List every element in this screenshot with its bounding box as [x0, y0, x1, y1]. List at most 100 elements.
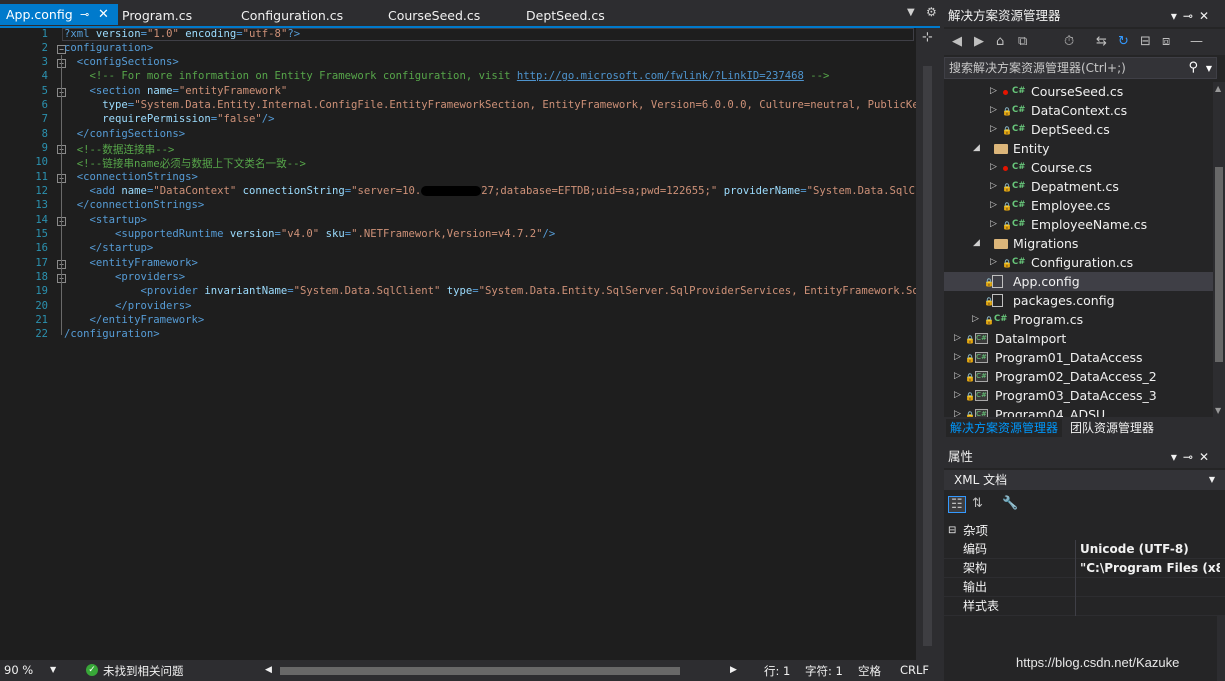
expand-icon[interactable]: ▷ — [990, 101, 997, 120]
refresh-icon[interactable]: ↻ — [1118, 34, 1129, 49]
tree-item-label: Program01_DataAccess — [995, 350, 1143, 365]
property-row[interactable]: 样式表 — [944, 597, 1225, 616]
tree-item[interactable]: ▷ 🔒 C# Program01_DataAccess — [944, 348, 1213, 367]
tab-app-config[interactable]: App.config ⊸ ✕ — [0, 4, 118, 25]
code-line-8: </configSections> — [64, 128, 186, 140]
code-editor[interactable]: 1 2 3 4 5 6 7 8 9 10 11 12 13 14 15 16 1… — [0, 28, 916, 660]
panel-dropdown-icon[interactable]: ▾ — [1171, 9, 1183, 23]
collapse-icon[interactable]: ⊟ — [948, 521, 956, 540]
tree-item[interactable]: ▷ 🔒 C# Employee.cs — [944, 196, 1213, 215]
tree-item[interactable]: ▷ 🔒 C# DataImport — [944, 329, 1213, 348]
tab-courseseed-cs[interactable]: CourseSeed.cs — [388, 5, 480, 26]
pending-changes-icon[interactable]: ⏱ — [1064, 34, 1074, 49]
show-all-files-icon[interactable]: ⧈ — [1162, 34, 1170, 49]
expand-icon[interactable]: ▷ — [990, 158, 997, 177]
editor-status-bar: 90 % ▼ ✓ 未找到相关问题 ◀ ▶ 行: 1 字符: 1 空格 CRLF — [0, 660, 940, 681]
property-pages-icon[interactable]: 🔧 — [1002, 496, 1018, 511]
scroll-right-icon[interactable]: ▶ — [730, 665, 737, 675]
lock-icon: 🔒 — [1002, 259, 1012, 268]
tab-solution-explorer[interactable]: 解决方案资源管理器 — [946, 419, 1063, 437]
scroll-down-icon[interactable]: ▼ — [1215, 406, 1221, 415]
chevron-down-icon[interactable]: ▼ — [1206, 59, 1212, 79]
tree-item[interactable]: ▷ 🔒 C# DataContext.cs — [944, 101, 1213, 120]
tree-item[interactable]: ◢ Entity — [944, 139, 1213, 158]
collapse-icon[interactable]: ◢ — [973, 139, 980, 158]
expand-icon[interactable]: ▷ — [990, 215, 997, 234]
tab-program-cs[interactable]: Program.cs — [122, 5, 192, 26]
expand-icon[interactable]: ▷ — [954, 348, 961, 367]
categorized-icon[interactable]: ☷ — [948, 496, 966, 513]
expand-icon[interactable]: ▷ — [990, 82, 997, 101]
horizontal-scroll-thumb[interactable] — [280, 667, 680, 675]
gear-icon[interactable]: ⚙ — [926, 5, 937, 19]
expand-icon[interactable]: ▷ — [990, 177, 997, 196]
forward-icon[interactable]: ▶ — [974, 34, 984, 49]
alphabetical-icon[interactable]: ⇅ — [972, 496, 983, 511]
collapse-icon[interactable]: ◢ — [973, 234, 980, 253]
line-number: 22 — [35, 328, 48, 340]
property-row[interactable]: 编码 Unicode (UTF-8) — [944, 540, 1225, 559]
tree-item-selected[interactable]: 🔒 App.config — [944, 272, 1213, 291]
tab-deptseed-cs[interactable]: DeptSeed.cs — [526, 5, 605, 26]
properties-scrollbar[interactable] — [1217, 616, 1225, 681]
line-number: 19 — [35, 285, 48, 297]
tree-item[interactable]: ▷ C# CourseSeed.cs — [944, 82, 1213, 101]
editor-vertical-scrollbar[interactable]: ⊹ — [916, 28, 940, 660]
tree-item[interactable]: ▷ 🔒 C# Program03_DataAccess_3 — [944, 386, 1213, 405]
close-icon[interactable]: ✕ — [98, 4, 109, 25]
tree-item[interactable]: 🔒 packages.config — [944, 291, 1213, 310]
home-icon[interactable]: ⌂ — [996, 34, 1004, 49]
back-icon[interactable]: ◀ — [952, 34, 962, 49]
chevron-down-icon[interactable]: ▼ — [50, 665, 56, 674]
property-value[interactable]: "C:\Program Files (x86 — [1080, 559, 1220, 578]
csharp-file-icon: C# — [1012, 162, 1026, 172]
line-ending[interactable]: CRLF — [900, 663, 929, 677]
fwlink-link[interactable]: http://go.microsoft.com/fwlink/?LinkID=2… — [517, 70, 804, 82]
code-line-22: /configuration> — [64, 328, 160, 340]
tree-item[interactable]: ▷ C# Course.cs — [944, 158, 1213, 177]
tree-item[interactable]: ▷ 🔒 C# DeptSeed.cs — [944, 120, 1213, 139]
object-selector[interactable]: XML 文档 ▼ — [944, 470, 1225, 490]
zoom-level[interactable]: 90 % — [4, 663, 33, 677]
solution-search-input[interactable]: 搜索解决方案资源管理器(Ctrl+;) ⚲ ▼ — [944, 57, 1217, 79]
tree-item[interactable]: ▷ 🔒 C# Program.cs — [944, 310, 1213, 329]
close-icon[interactable]: ✕ — [1199, 450, 1215, 464]
issues-status[interactable]: 未找到相关问题 — [103, 663, 184, 679]
scroll-thumb[interactable] — [1215, 167, 1223, 362]
tree-item[interactable]: ▷ 🔒 C# Depatment.cs — [944, 177, 1213, 196]
expand-icon[interactable]: ▷ — [972, 310, 979, 329]
tree-item[interactable]: ▷ 🔒 C# Program02_DataAccess_2 — [944, 367, 1213, 386]
tab-configuration-cs[interactable]: Configuration.cs — [241, 5, 343, 26]
split-editor-icon[interactable]: ⊹ — [922, 30, 933, 45]
chevron-down-icon[interactable]: ▼ — [1209, 470, 1215, 490]
panel-dropdown-icon[interactable]: ▾ — [1171, 450, 1183, 464]
scroll-left-icon[interactable]: ◀ — [265, 665, 272, 675]
properties-icon[interactable]: — — [1190, 34, 1203, 49]
expand-icon[interactable]: ▷ — [990, 196, 997, 215]
solution-tree-scrollbar[interactable]: ▲ ▼ — [1213, 82, 1225, 418]
switch-views-icon[interactable]: ⧉ — [1018, 34, 1027, 49]
sync-icon[interactable]: ⇆ — [1096, 34, 1107, 49]
category-misc[interactable]: ⊟ 杂项 — [944, 521, 1225, 540]
close-icon[interactable]: ✕ — [1199, 9, 1215, 23]
expand-icon[interactable]: ▷ — [954, 329, 961, 348]
property-row[interactable]: 输出 — [944, 578, 1225, 597]
expand-icon[interactable]: ▷ — [954, 386, 961, 405]
scroll-up-icon[interactable]: ▲ — [1215, 84, 1221, 93]
tab-dropdown-icon[interactable]: ▼ — [907, 7, 915, 18]
collapse-all-icon[interactable]: ⊟ — [1140, 34, 1151, 49]
scroll-thumb[interactable] — [923, 66, 932, 646]
tab-team-explorer[interactable]: 团队资源管理器 — [1066, 419, 1158, 437]
property-row[interactable]: 架构 "C:\Program Files (x86 — [944, 559, 1225, 578]
pin-icon[interactable]: ⊸ — [1183, 450, 1199, 464]
search-icon[interactable]: ⚲ — [1188, 58, 1198, 78]
expand-icon[interactable]: ▷ — [990, 253, 997, 272]
expand-icon[interactable]: ▷ — [990, 120, 997, 139]
pin-icon[interactable]: ⊸ — [1183, 9, 1199, 23]
expand-icon[interactable]: ▷ — [954, 367, 961, 386]
property-value[interactable]: Unicode (UTF-8) — [1080, 540, 1220, 559]
tree-item[interactable]: ▷ 🔒 C# Configuration.cs — [944, 253, 1213, 272]
pin-icon[interactable]: ⊸ — [80, 4, 89, 25]
tree-item[interactable]: ▷ 🔒 C# EmployeeName.cs — [944, 215, 1213, 234]
tree-item[interactable]: ◢ Migrations — [944, 234, 1213, 253]
